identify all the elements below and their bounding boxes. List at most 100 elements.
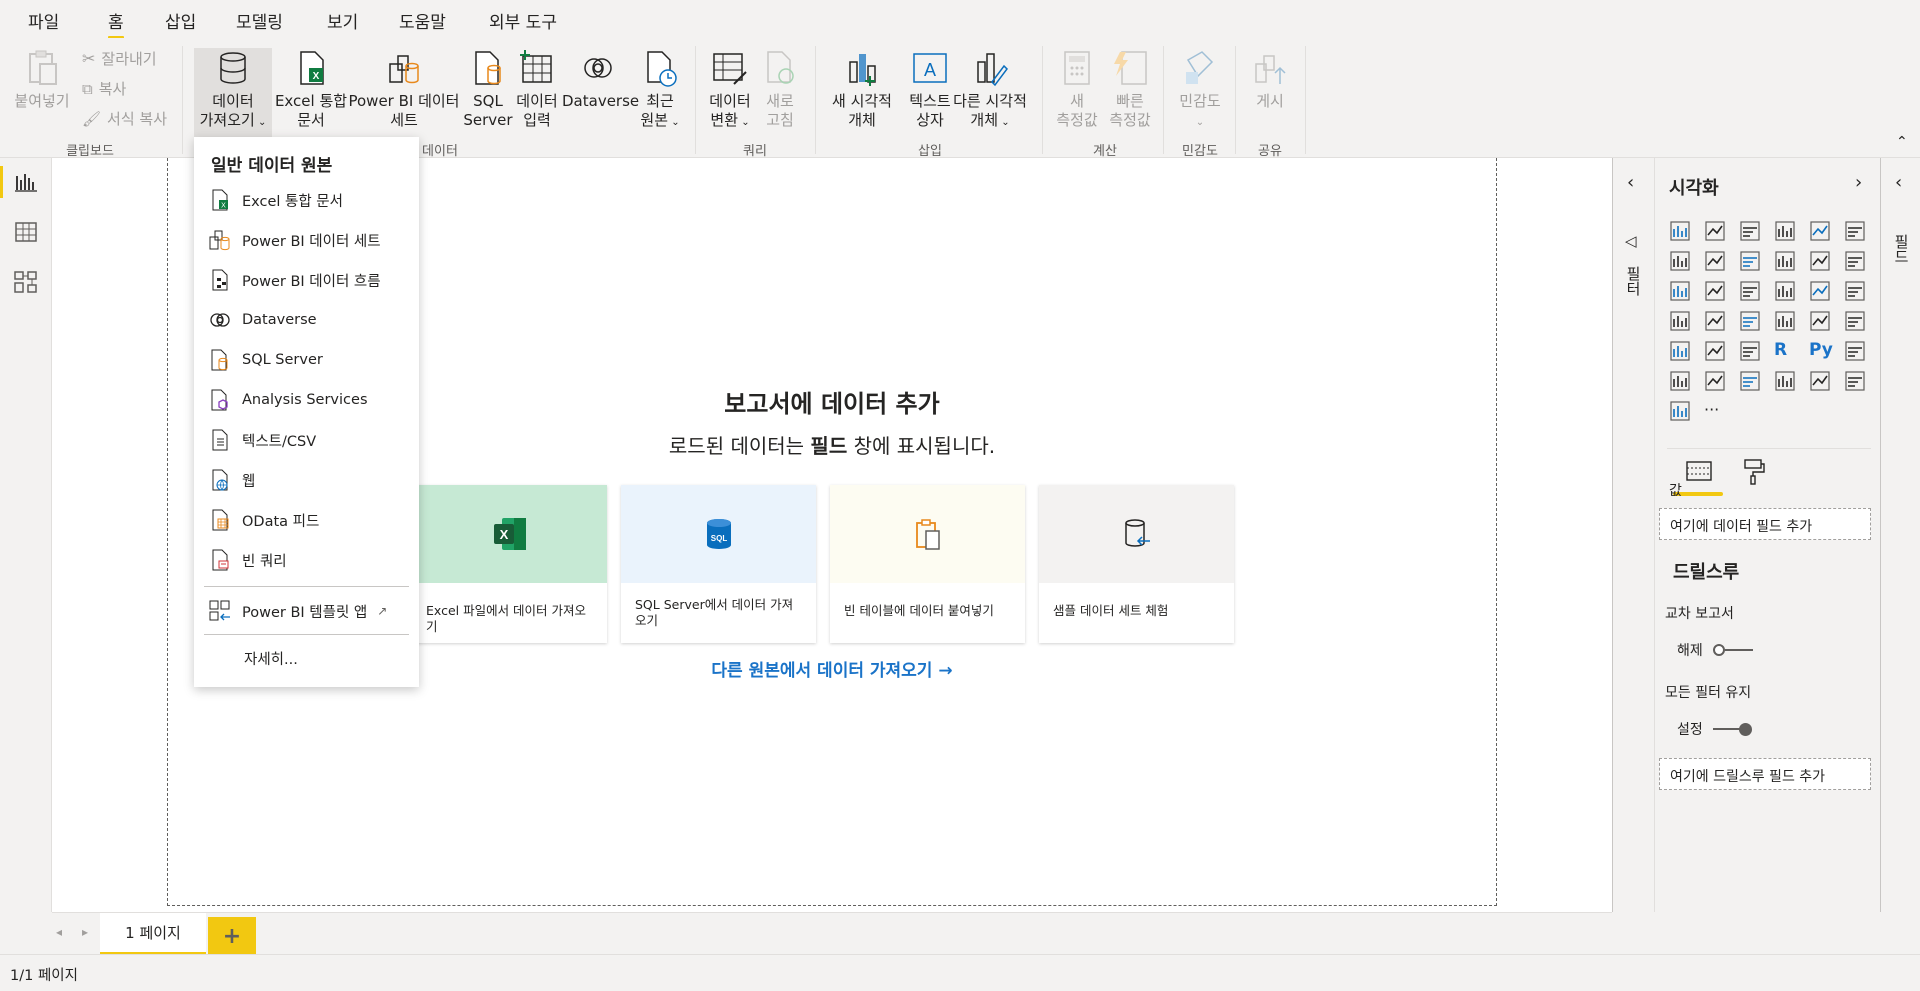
filled-map-icon[interactable] [1704,310,1728,334]
line-clustered-icon[interactable] [1809,250,1833,274]
fields-pane-collapsed[interactable]: ‹ 필드 [1880,158,1920,912]
line-column-icon[interactable] [1774,250,1798,274]
dataset-icon [209,230,230,251]
card-sql[interactable]: SQL SQL Server에서 데이터 가져오기 [621,485,816,643]
100-column-icon[interactable] [1844,220,1868,244]
dataverse-button[interactable]: Dataverse [562,48,639,111]
publish-button[interactable]: 게시 [1240,48,1300,111]
gauge-icon[interactable] [1739,310,1763,334]
r-visual-icon[interactable]: R [1774,340,1798,364]
arcgis-icon[interactable] [1809,370,1833,394]
dd-item-more[interactable]: 자세히... [244,644,444,672]
dd-item-odata[interactable]: OData 피드 [208,506,408,534]
model-view-icon[interactable] [12,268,40,296]
clustered-column-icon[interactable] [1774,220,1798,244]
chevron-left-icon[interactable]: ‹ [1627,172,1634,193]
refresh-label-2: 고침 [766,111,794,129]
filters-pane-collapsed[interactable]: ‹ ◁ 필터 [1612,158,1654,912]
table-icon[interactable] [1704,340,1728,364]
paste-button[interactable]: 붙여넣기 [10,48,74,111]
new-visual-button[interactable]: 새 시각적 개체 [822,48,902,130]
more-visuals-button[interactable]: 다른 시각적 개체 ⌄ [950,48,1030,132]
line-chart-icon[interactable] [1669,250,1693,274]
collapse-ribbon-icon[interactable]: ⌃ [1896,134,1908,150]
map-icon[interactable] [1669,310,1693,334]
card-excel[interactable]: X Excel 파일에서 데이터 가져오기 [412,485,607,643]
values-drop-zone[interactable]: 여기에 데이터 필드 추가 [1659,508,1871,540]
paint-roller-icon[interactable] [1739,458,1767,486]
dd-item-excel[interactable]: X Excel 통합 문서 [208,186,408,214]
pbi-dataset-button[interactable]: Power BI 데이터 세트 [348,48,460,130]
funnel-icon[interactable] [1704,280,1728,304]
dd-item-web[interactable]: 웹 [208,466,408,494]
ribbon-chart-icon[interactable] [1844,250,1868,274]
card-paste[interactable]: 빈 테이블에 데이터 붙여넣기 [830,485,1025,643]
dd-item-blank-query[interactable]: 빈 쿼리 [208,546,408,574]
dd-item-analysis-services[interactable]: Analysis Services [208,386,408,414]
dd-item-text-csv[interactable]: 텍스트/CSV [208,426,408,454]
refresh-button[interactable]: 새로 고침 [758,48,802,130]
chevron-right-icon[interactable]: › [1855,172,1862,193]
smart-narrative-icon[interactable] [1739,370,1763,394]
area-chart-icon[interactable] [1704,250,1728,274]
menu-help[interactable]: 도움말 [399,8,446,33]
data-view-icon[interactable] [12,218,40,246]
add-page-button[interactable]: + [208,917,256,955]
menu-home[interactable]: 홈 [108,8,124,39]
format-painter-button[interactable]: 🖌 서식 복사 [82,108,167,129]
sql-server-button[interactable]: SQL Server [462,48,514,130]
menu-external-tools[interactable]: 외부 도구 [489,8,557,33]
scatter-icon[interactable] [1739,280,1763,304]
report-view-icon[interactable] [12,168,40,196]
100-bar-icon[interactable] [1809,220,1833,244]
dd-item-pbi-dataset[interactable]: Power BI 데이터 세트 [208,226,408,254]
recent-sources-button[interactable]: 최근 원본 ⌄ [634,48,686,132]
cut-button[interactable]: ✂ 잘라내기 [82,48,157,69]
power-apps-icon[interactable] [1844,370,1868,394]
dd-item-sql-server[interactable]: SQL Server [208,346,408,374]
dd-item-dataverse[interactable]: Dataverse [208,306,408,334]
waterfall-icon[interactable] [1669,280,1693,304]
sensitivity-button[interactable]: 민감도 ⌄ [1170,48,1230,132]
qa-icon[interactable] [1704,370,1728,394]
power-automate-icon[interactable] [1669,400,1693,424]
scroll-right-icon[interactable]: ▸ [82,925,88,939]
excel-workbook-button[interactable]: X Excel 통합 문서 [274,48,348,130]
card-sample[interactable]: 샘플 데이터 세트 체험 [1039,485,1234,643]
scroll-left-icon[interactable]: ◂ [56,925,62,939]
stacked-column-icon[interactable] [1704,220,1728,244]
cross-report-toggle[interactable] [1713,641,1753,659]
chevron-left-icon[interactable]: ‹ [1895,172,1902,193]
decomposition-tree-icon[interactable] [1669,370,1693,394]
dd-item-template-app[interactable]: Power BI 템플릿 앱 ↗ [208,597,408,625]
menu-view[interactable]: 보기 [327,8,358,33]
drillthrough-drop-zone[interactable]: 여기에 드릴스루 필드 추가 [1659,758,1871,790]
transform-data-button[interactable]: 데이터 변환 ⌄ [702,48,758,132]
card-icon[interactable] [1774,310,1798,334]
quick-measure-button[interactable]: 빠른 측정값 [1102,48,1158,130]
enter-data-button[interactable]: 데이터 입력 [512,48,562,130]
menu-modeling[interactable]: 모델링 [236,8,283,33]
new-measure-button[interactable]: 새 측정값 [1052,48,1102,130]
key-influencers-icon[interactable] [1844,340,1868,364]
multirow-card-icon[interactable] [1809,310,1833,334]
treemap-icon[interactable] [1844,280,1868,304]
stacked-area-icon[interactable] [1739,250,1763,274]
copy-button[interactable]: ⧉ 복사 [82,78,126,99]
more-visuals-icon[interactable]: ··· [1704,400,1728,424]
stacked-bar-icon[interactable] [1669,220,1693,244]
kpi-icon[interactable] [1844,310,1868,334]
keep-filters-toggle[interactable] [1713,720,1753,738]
pie-icon[interactable] [1774,280,1798,304]
clustered-bar-icon[interactable] [1739,220,1763,244]
python-visual-icon[interactable]: Py [1809,340,1833,364]
menu-insert[interactable]: 삽입 [165,8,196,33]
slicer-icon[interactable] [1669,340,1693,364]
dd-item-pbi-dataflow[interactable]: Power BI 데이터 흐름 [208,266,408,294]
get-data-button[interactable]: 데이터 가져오기 ⌄ [194,48,272,140]
matrix-icon[interactable] [1739,340,1763,364]
donut-icon[interactable] [1809,280,1833,304]
menu-file[interactable]: 파일 [28,8,59,33]
paginated-report-icon[interactable] [1774,370,1798,394]
page-tab-1[interactable]: 1 페이지 [100,913,206,955]
